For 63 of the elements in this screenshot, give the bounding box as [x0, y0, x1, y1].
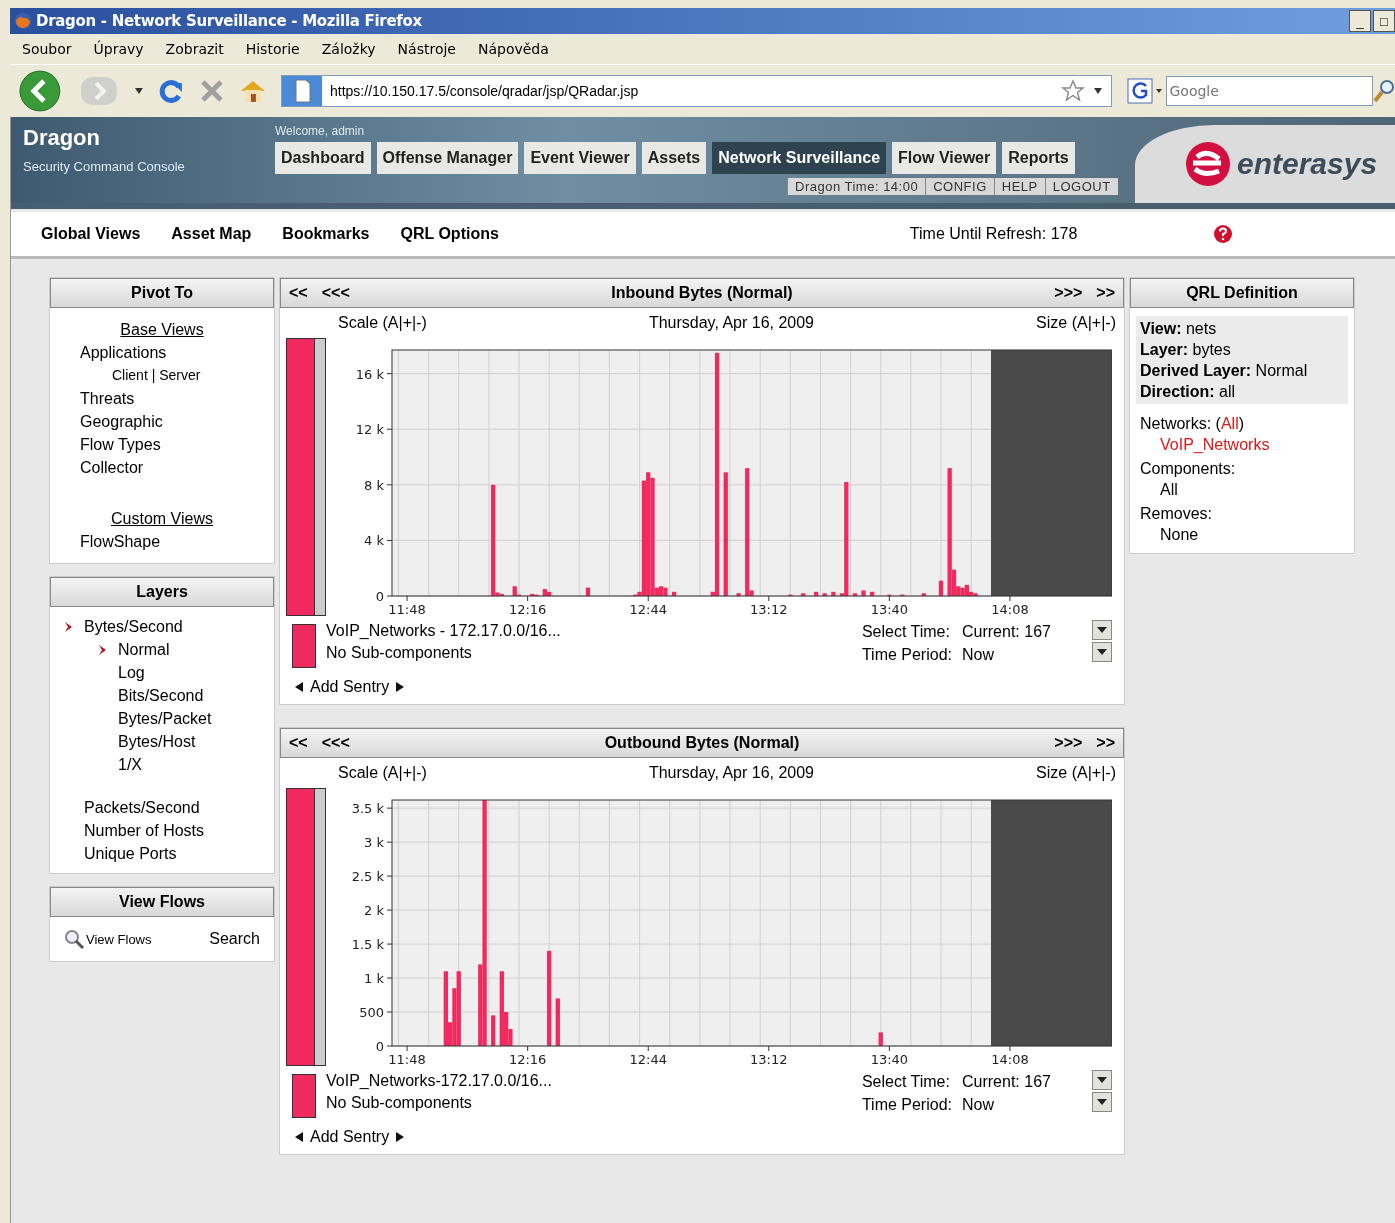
field-label: Select Time: — [861, 622, 951, 642]
graph-title: Outbound Bytes (Normal) — [603, 734, 801, 752]
brand-subtitle: Security Command Console — [23, 159, 186, 174]
axis-tick-label: 2.5 k — [351, 869, 384, 885]
time-period-value: Now — [962, 645, 995, 665]
axis-tick-label: 13:12 — [750, 1052, 788, 1067]
axis-tick-label: 0 — [375, 1039, 384, 1054]
select-time-value: Current: 167 — [962, 622, 1052, 642]
definition-label: Removes: — [1139, 504, 1214, 524]
axis-tick-label: 3.5 k — [351, 801, 384, 817]
axis-tick-label: 12:16 — [508, 602, 547, 617]
axis-tick-label: 11:48 — [388, 602, 426, 617]
field-label: Time Period: — [861, 1095, 952, 1115]
panel-header: QRL Definition — [1130, 278, 1354, 308]
definition-value: None — [1159, 525, 1200, 545]
axis-tick-label: 14:08 — [991, 1052, 1029, 1067]
window-title: Dragon - Network Surveillance - Mozilla Firefox — [36, 12, 422, 30]
legend-sublabel: No Sub-components — [326, 1093, 473, 1113]
panel-header: Layers — [50, 577, 274, 607]
axis-tick-label: 1 k — [364, 971, 384, 987]
panel-header: View Flows — [50, 887, 274, 917]
definition-label: Networks: (All) — [1139, 414, 1245, 434]
axis-tick-label: 14:08 — [991, 602, 1029, 617]
brand-name: Dragon — [23, 125, 101, 151]
refresh-countdown: Time Until Refresh: 178 — [909, 225, 1078, 243]
server-time: Dragon Time: 14:00 — [787, 178, 926, 195]
axis-tick-label: 8 k — [364, 477, 384, 493]
field-label: Select Time: — [861, 1072, 951, 1092]
select-time-value: Current: 167 — [962, 1072, 1052, 1092]
axis-tick-label: 12:44 — [629, 1052, 667, 1067]
axis-tick-label: 12:44 — [629, 602, 667, 617]
definition-value: All — [1159, 480, 1179, 500]
axis-tick-label: 13:40 — [870, 1052, 909, 1067]
axis-tick-label: 11:48 — [388, 1052, 426, 1067]
field-label: Time Period: — [861, 645, 952, 665]
axis-tick-label: 13:40 — [870, 602, 909, 617]
legend-label: VoIP_Networks-172.17.0.0/16... — [326, 1071, 553, 1091]
axis-tick-label: 500 — [359, 1005, 384, 1020]
welcome-text: Welcome, admin — [275, 124, 366, 138]
axis-tick-label: 13:12 — [750, 602, 788, 617]
axis-tick-label: 1.5 k — [351, 937, 384, 953]
definition-line: Derived Layer: Normal — [1140, 361, 1309, 381]
definition-line: Layer: bytes — [1140, 340, 1232, 360]
axis-tick-label: 16 k — [355, 366, 384, 382]
time-period-value: Now — [962, 1095, 995, 1115]
legend-sublabel: No Sub-components — [326, 643, 473, 663]
graph-title: Inbound Bytes (Normal) — [610, 284, 794, 302]
definition-line: View: nets — [1140, 319, 1218, 339]
axis-tick-label: 12 k — [355, 422, 384, 438]
axis-tick-label: 2 k — [364, 903, 384, 919]
section-heading: Custom Views — [110, 509, 214, 529]
axis-tick-label: 4 k — [364, 533, 384, 549]
logo-text: enterasys — [1237, 147, 1378, 181]
graph-date: Thursday, Apr 16, 2009 — [648, 764, 814, 782]
axis-tick-label: 12:16 — [508, 1052, 547, 1067]
definition-line: Direction: all — [1140, 382, 1237, 402]
definition-label: Components: — [1139, 459, 1237, 479]
panel-header: Pivot To — [50, 278, 274, 308]
axis-tick-label: 0 — [375, 589, 384, 604]
graph-date: Thursday, Apr 16, 2009 — [648, 314, 814, 332]
section-heading: Base Views — [119, 320, 205, 340]
legend-label: VoIP_Networks - 172.17.0.0/16... — [326, 621, 562, 641]
axis-tick-label: 3 k — [364, 835, 384, 851]
